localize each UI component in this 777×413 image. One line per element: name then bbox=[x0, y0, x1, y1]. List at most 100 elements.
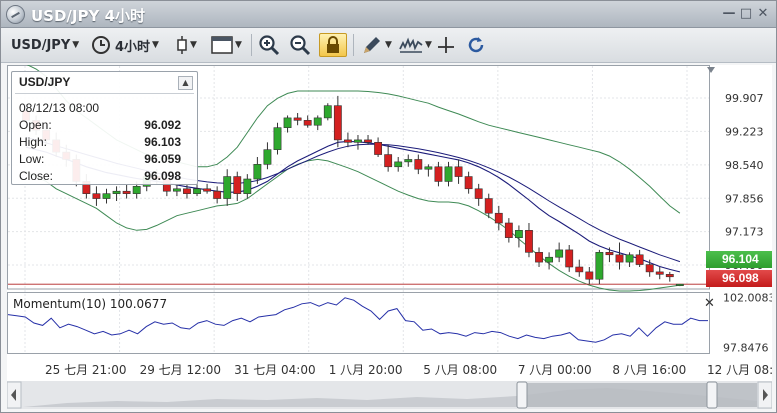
crosshair-button[interactable] bbox=[436, 33, 456, 57]
candle bbox=[474, 183, 483, 206]
window-layout-dropdown[interactable]: ▼ bbox=[211, 33, 242, 57]
candle-body bbox=[283, 117, 292, 128]
title-bar[interactable]: USD/JPY 4小时 — □ ✕ bbox=[1, 1, 776, 28]
candle-body bbox=[364, 139, 372, 143]
candle-body bbox=[233, 176, 242, 194]
info-value: 96.098 bbox=[144, 169, 181, 183]
info-row-open: Open: 96.092 bbox=[19, 118, 181, 132]
candle bbox=[424, 164, 433, 177]
timeframe-dropdown[interactable]: 4小时 ▼ bbox=[91, 33, 159, 57]
refresh-button[interactable] bbox=[466, 33, 486, 57]
scroll-handle-left[interactable] bbox=[516, 381, 528, 409]
info-title: USD/JPY bbox=[19, 75, 71, 89]
candle-body bbox=[575, 266, 584, 273]
window-title: USD/JPY 4小时 bbox=[31, 7, 146, 25]
candle-body bbox=[122, 190, 131, 194]
candle-body bbox=[374, 142, 383, 155]
ask-price-tag: 96.098 bbox=[706, 270, 772, 287]
candle-body bbox=[343, 139, 352, 143]
divider bbox=[15, 93, 194, 94]
price-tick-label: 99.223 bbox=[725, 125, 764, 138]
candle-body bbox=[293, 117, 302, 121]
info-row-close: Close: 96.098 bbox=[19, 169, 181, 183]
candle bbox=[354, 135, 362, 150]
candle-body bbox=[655, 271, 664, 275]
time-tick-label: 31 七月 04:00 bbox=[234, 363, 315, 377]
indicators-dropdown[interactable]: ▼ bbox=[399, 33, 432, 57]
candle bbox=[303, 115, 312, 128]
time-tick-label: 1 八月 20:00 bbox=[329, 363, 403, 377]
price-tick-label: 97.856 bbox=[725, 192, 764, 205]
candle-body bbox=[203, 188, 212, 192]
candle bbox=[585, 267, 594, 285]
candle-body bbox=[555, 249, 564, 258]
candle bbox=[213, 186, 222, 204]
toolbar-divider bbox=[251, 34, 252, 56]
candle-body bbox=[605, 252, 614, 256]
panel-menu-icon bbox=[707, 67, 715, 73]
scroll-window[interactable] bbox=[523, 383, 757, 407]
ohlc-info-panel: USD/JPY ▲ 08/12/13 08:00 Open: 96.092 Hig… bbox=[11, 71, 198, 185]
info-row-low: Low: 96.059 bbox=[19, 152, 181, 166]
candle-body bbox=[394, 161, 403, 168]
info-value: 96.103 bbox=[144, 135, 181, 149]
candle-body bbox=[464, 176, 473, 190]
info-label: Close: bbox=[19, 169, 54, 183]
candle bbox=[494, 205, 503, 231]
chevron-down-icon: ▼ bbox=[190, 40, 197, 50]
candle-body bbox=[193, 188, 201, 194]
candle bbox=[565, 245, 574, 272]
candle-body bbox=[333, 105, 342, 141]
symbol-label: USD/JPY bbox=[11, 37, 71, 53]
minimize-icon[interactable]: — bbox=[720, 5, 738, 23]
window-icon bbox=[211, 36, 233, 54]
timeline-scrollbar[interactable] bbox=[7, 381, 772, 409]
candle-body bbox=[223, 176, 232, 199]
zoom-in-button[interactable] bbox=[258, 33, 280, 57]
candle bbox=[203, 183, 212, 194]
candle-body bbox=[514, 230, 523, 238]
candle-body bbox=[172, 188, 181, 192]
drawing-tools-dropdown[interactable]: ▼ bbox=[361, 33, 392, 57]
candle bbox=[454, 159, 463, 184]
app-icon bbox=[6, 5, 25, 24]
maximize-icon[interactable]: □ bbox=[737, 5, 755, 23]
candle bbox=[575, 259, 584, 277]
chevron-down-icon: ▼ bbox=[152, 40, 159, 50]
momentum-label: Momentum(10) 100.0677 bbox=[13, 297, 167, 311]
candle bbox=[514, 225, 523, 248]
candle bbox=[525, 223, 533, 258]
candle bbox=[384, 144, 393, 172]
chevron-down-icon: ▼ bbox=[235, 40, 242, 50]
candle-body bbox=[414, 159, 423, 170]
candle-body bbox=[484, 198, 493, 214]
timeframe-label: 4小时 bbox=[115, 39, 151, 55]
candle-body bbox=[665, 274, 674, 278]
lock-icon bbox=[325, 36, 341, 54]
time-tick-label: 7 八月 00:00 bbox=[518, 363, 592, 377]
chart-type-dropdown[interactable]: ▼ bbox=[176, 33, 197, 57]
candle-body bbox=[595, 252, 604, 280]
info-row-high: High: 96.103 bbox=[19, 135, 181, 149]
candle-body bbox=[183, 188, 191, 194]
price-tick-label: 99.907 bbox=[725, 92, 764, 105]
lock-button[interactable] bbox=[319, 33, 347, 57]
info-label: Low: bbox=[19, 152, 45, 166]
candle-body bbox=[545, 256, 554, 263]
zoom-out-button[interactable] bbox=[289, 33, 311, 57]
candle-body bbox=[474, 188, 483, 199]
candle-body bbox=[525, 230, 533, 253]
candle bbox=[193, 183, 201, 197]
candle bbox=[595, 249, 604, 285]
candle bbox=[293, 113, 302, 126]
candle bbox=[635, 249, 644, 267]
collapse-icon[interactable]: ▲ bbox=[178, 76, 193, 90]
scroll-handle-right[interactable] bbox=[706, 381, 718, 409]
crosshair-icon bbox=[436, 35, 456, 55]
close-icon[interactable]: ✕ bbox=[754, 5, 772, 23]
toolbar-divider bbox=[353, 34, 354, 56]
candle-body bbox=[313, 117, 322, 126]
candle bbox=[414, 154, 423, 175]
symbol-dropdown[interactable]: USD/JPY ▼ bbox=[11, 33, 79, 57]
toolbar: USD/JPY ▼ 4小时 ▼ ▼ ▼ ▼ ▼ bbox=[1, 28, 776, 63]
